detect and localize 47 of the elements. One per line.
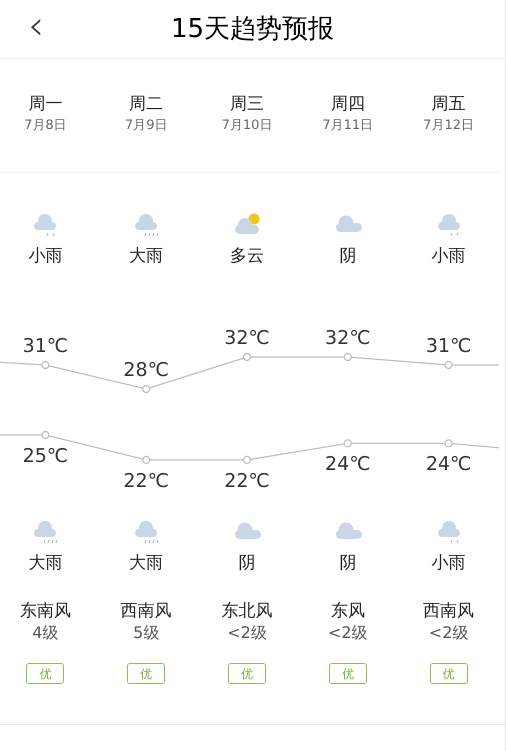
wind-level: <2级 (328, 623, 368, 643)
weather-label: 大雨 (28, 552, 62, 574)
temperature-label: 31℃ (424, 335, 472, 357)
weekday-label: 周二 (129, 93, 164, 115)
weather-label: 小雨 (432, 552, 466, 574)
temperature-label: 32℃ (324, 327, 372, 349)
weather-label: 阴 (339, 245, 356, 267)
weekday-label: 周一 (28, 93, 62, 115)
wind-level: 4级 (32, 623, 58, 643)
temperature-label: 24℃ (324, 453, 372, 476)
weekday-label: 周五 (432, 93, 466, 115)
temperature-label: 24℃ (424, 453, 472, 476)
weather-label: 小雨 (28, 245, 62, 267)
wind-direction: 东北风 (221, 600, 272, 622)
date-label: 7月9日 (124, 118, 168, 134)
air-quality-badge: 优 (127, 663, 166, 684)
temperature-label: 22℃ (122, 470, 170, 492)
weather-label: 多云 (230, 245, 264, 267)
air-quality-badge: 优 (430, 663, 468, 684)
date-label: 7月8日 (24, 118, 67, 134)
temperature-label: 22℃ (223, 470, 271, 492)
temperature-label: 31℃ (22, 335, 70, 357)
weather-label: 阴 (339, 552, 356, 574)
back-button[interactable]: ‹ (28, 6, 44, 46)
air-quality-badge: 优 (26, 663, 64, 684)
wind-level: 5级 (133, 623, 160, 643)
weekday-label: 周四 (330, 93, 365, 115)
wind-level: <2级 (428, 623, 468, 643)
wind-direction: 东风 (330, 600, 365, 622)
weather-label: 大雨 (129, 552, 164, 574)
weather-label: 阴 (238, 552, 256, 574)
air-quality-badge: 优 (328, 663, 367, 684)
weekday-label: 周三 (230, 93, 264, 115)
air-quality-badge: 优 (228, 663, 266, 684)
date-label: 7月11日 (322, 118, 374, 134)
temperature-label: 32℃ (223, 327, 271, 349)
temperature-label: 28℃ (122, 359, 170, 381)
date-label: 7月10日 (222, 118, 272, 134)
wind-direction: 东南风 (20, 600, 71, 622)
wind-direction: 西南风 (120, 600, 172, 622)
wind-direction: 西南风 (423, 600, 474, 622)
page-title: 15天趋势预报 (170, 12, 334, 46)
temperature-label: 25℃ (22, 445, 70, 467)
wind-level: <2级 (227, 623, 267, 643)
weather-label: 大雨 (129, 245, 164, 267)
weather-label: 小雨 (432, 245, 466, 267)
date-label: 7月12日 (423, 118, 474, 134)
